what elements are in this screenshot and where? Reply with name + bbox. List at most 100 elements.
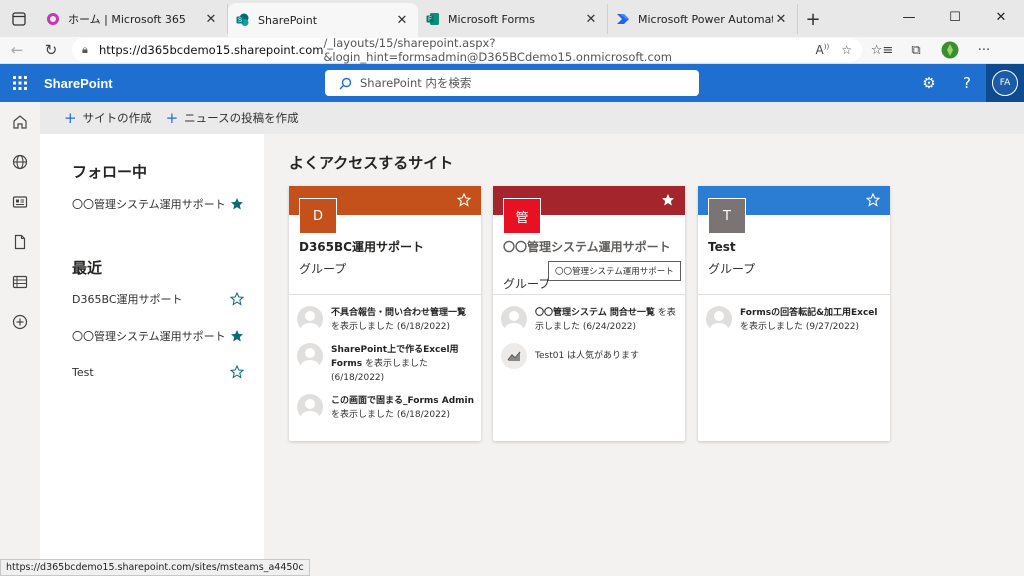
tab-title: SharePoint — [258, 13, 318, 27]
refresh-icon: ↻ — [44, 41, 58, 59]
close-tab-icon[interactable]: ✕ — [773, 12, 789, 27]
window-controls: — ☐ ✕ — [886, 0, 1024, 37]
rail-news-button[interactable] — [0, 182, 40, 222]
divider — [289, 294, 481, 295]
create-news-button[interactable]: + ニュースの投稿を作成 — [166, 109, 299, 127]
collections-button[interactable]: ⧉ — [900, 37, 932, 64]
activity-item[interactable]: Test01 は人気があります — [501, 343, 681, 369]
site-type: グループ — [299, 262, 347, 276]
settings-button[interactable]: ⚙ — [910, 64, 948, 102]
plus-icon: + — [165, 109, 179, 127]
refresh-button[interactable]: ↻ — [34, 37, 68, 64]
rail-home-button[interactable] — [0, 102, 40, 142]
activity-item[interactable]: 〇〇管理システム 問合せ一覧 を表示しました (6/24/2022) — [501, 306, 681, 334]
activity-item[interactable]: 不具合報告・問い合わせ管理一覧 を表示しました (6/18/2022) — [297, 306, 477, 334]
star-outline-icon[interactable] — [230, 365, 244, 379]
site-card[interactable]: T Test グループ Formsの回答転記&加工用Excel を表示しました … — [698, 186, 890, 441]
account-button[interactable]: FA — [986, 64, 1024, 102]
star-outline-icon[interactable] — [230, 292, 244, 306]
news-icon — [12, 196, 28, 208]
site-name[interactable]: Test — [708, 240, 880, 255]
back-button[interactable]: ← — [0, 37, 34, 64]
add-circle-icon — [12, 314, 28, 330]
person-icon — [297, 343, 323, 369]
activity-item[interactable]: この画面で固まる_Forms Admin を表示しました (6/18/2022) — [297, 394, 477, 422]
tab-actions-icon — [12, 11, 26, 26]
url-input[interactable]: 🔒︎ https://d365bcdemo15.sharepoint.com/_… — [72, 36, 862, 64]
browser-tab-forms[interactable]: F Microsoft Forms ✕ — [418, 4, 608, 34]
person-icon — [297, 394, 323, 420]
browser-tab-m365[interactable]: ホーム | Microsoft 365 ✕ — [38, 4, 228, 34]
activity-title[interactable]: Formsの回答転記&加工用Excel — [740, 308, 877, 318]
activity-detail: を表示しました (9/27/2022) — [740, 322, 860, 332]
tab-title: Microsoft Forms — [448, 12, 535, 26]
activity-detail: Test01 は人気があります — [535, 351, 640, 361]
app-launcher-button[interactable] — [0, 64, 40, 102]
star-outline-icon[interactable] — [866, 193, 880, 207]
activity-item[interactable]: SharePoint上で作るExcel用Forms を表示しました (6/18/… — [297, 343, 477, 385]
activity-title[interactable]: 〇〇管理システム 問合せ一覧 — [535, 308, 655, 318]
profile-button[interactable] — [934, 37, 966, 64]
site-name[interactable]: 〇〇管理システム運用サポート — [503, 240, 675, 255]
recent-item[interactable]: D365BC運用サポート — [72, 291, 244, 307]
site-link[interactable]: Test — [72, 366, 230, 379]
help-button[interactable]: ? — [948, 64, 986, 102]
site-card[interactable]: D D365BC運用サポート グループ 不具合報告・問い合わせ管理一覧 を表示し… — [289, 186, 481, 441]
collections-icon: ⧉ — [911, 42, 921, 58]
minimize-button[interactable]: — — [886, 0, 932, 34]
rail-create-button[interactable] — [0, 302, 40, 342]
list-icon — [12, 275, 28, 289]
sharepoint-icon: S — [236, 13, 249, 26]
close-tab-icon[interactable]: ✕ — [203, 12, 219, 27]
svg-text:S: S — [238, 18, 242, 24]
close-window-button[interactable]: ✕ — [978, 0, 1024, 34]
site-type: グループ — [708, 262, 756, 276]
site-link[interactable]: 〇〇管理システム運用サポート — [72, 196, 230, 212]
site-link[interactable]: 〇〇管理システム運用サポート — [72, 328, 230, 344]
help-icon: ? — [963, 74, 971, 92]
close-tab-icon[interactable]: ✕ — [583, 12, 599, 27]
star-filled-icon[interactable] — [661, 193, 675, 207]
more-button[interactable]: ··· — [968, 37, 1000, 64]
browser-tab-bar: ホーム | Microsoft 365 ✕ S SharePoint ✕ F M… — [0, 0, 1024, 37]
site-logo: T — [708, 198, 746, 234]
close-tab-icon[interactable]: ✕ — [394, 13, 410, 28]
url-path: /_layouts/15/sharepoint.aspx?&login_hint… — [323, 36, 673, 64]
power-automate-icon — [617, 14, 629, 24]
app-name[interactable]: SharePoint — [44, 76, 113, 91]
activity-title[interactable]: この画面で固まる_Forms Admin — [331, 396, 474, 406]
star-outline-icon[interactable] — [457, 193, 471, 207]
favorite-add-icon[interactable]: ☆ — [841, 43, 852, 57]
rail-files-button[interactable] — [0, 222, 40, 262]
rail-lists-button[interactable] — [0, 262, 40, 302]
command-bar: + サイトの作成 + ニュースの投稿を作成 — [40, 102, 1024, 134]
new-tab-button[interactable]: + — [798, 4, 828, 34]
waffle-icon — [13, 76, 27, 90]
search-input[interactable]: SharePoint 内を検索 — [325, 70, 699, 96]
site-card[interactable]: 管 〇〇管理システム運用サポート グループ 〇〇管理システム 問合せ一覧 を表示… — [493, 186, 685, 441]
recent-item[interactable]: 〇〇管理システム運用サポート — [72, 328, 244, 344]
star-filled-icon[interactable] — [230, 329, 244, 343]
activity-item[interactable]: Formsの回答転記&加工用Excel を表示しました (9/27/2022) — [706, 306, 886, 334]
trending-icon — [501, 343, 527, 369]
avatar: FA — [992, 70, 1018, 96]
star-filled-icon[interactable] — [230, 197, 244, 211]
browser-tab-power-automate[interactable]: Microsoft Power Automate ✕ — [608, 4, 798, 34]
following-item[interactable]: 〇〇管理システム運用サポート — [72, 196, 244, 212]
recent-item[interactable]: Test — [72, 365, 244, 379]
site-name[interactable]: D365BC運用サポート — [299, 240, 471, 255]
tab-actions-button[interactable] — [0, 0, 38, 37]
create-site-button[interactable]: + サイトの作成 — [64, 109, 152, 127]
plus-icon: + — [805, 8, 821, 30]
left-pane: フォロー中 〇〇管理システム運用サポート 最近 D365BC運用サポート 〇〇管… — [40, 134, 264, 576]
search-placeholder: SharePoint 内を検索 — [360, 76, 472, 90]
suite-bar: SharePoint SharePoint 内を検索 ⚙ ? FA — [0, 64, 1024, 102]
favorites-button[interactable]: ☆≡ — [866, 37, 898, 64]
read-aloud-icon[interactable]: A)) — [816, 43, 830, 57]
rail-sites-button[interactable] — [0, 142, 40, 182]
divider — [493, 294, 685, 295]
browser-tab-sharepoint[interactable]: S SharePoint ✕ — [228, 3, 418, 37]
activity-title[interactable]: 不具合報告・問い合わせ管理一覧 — [331, 308, 466, 318]
site-link[interactable]: D365BC運用サポート — [72, 291, 230, 307]
maximize-button[interactable]: ☐ — [932, 0, 978, 34]
